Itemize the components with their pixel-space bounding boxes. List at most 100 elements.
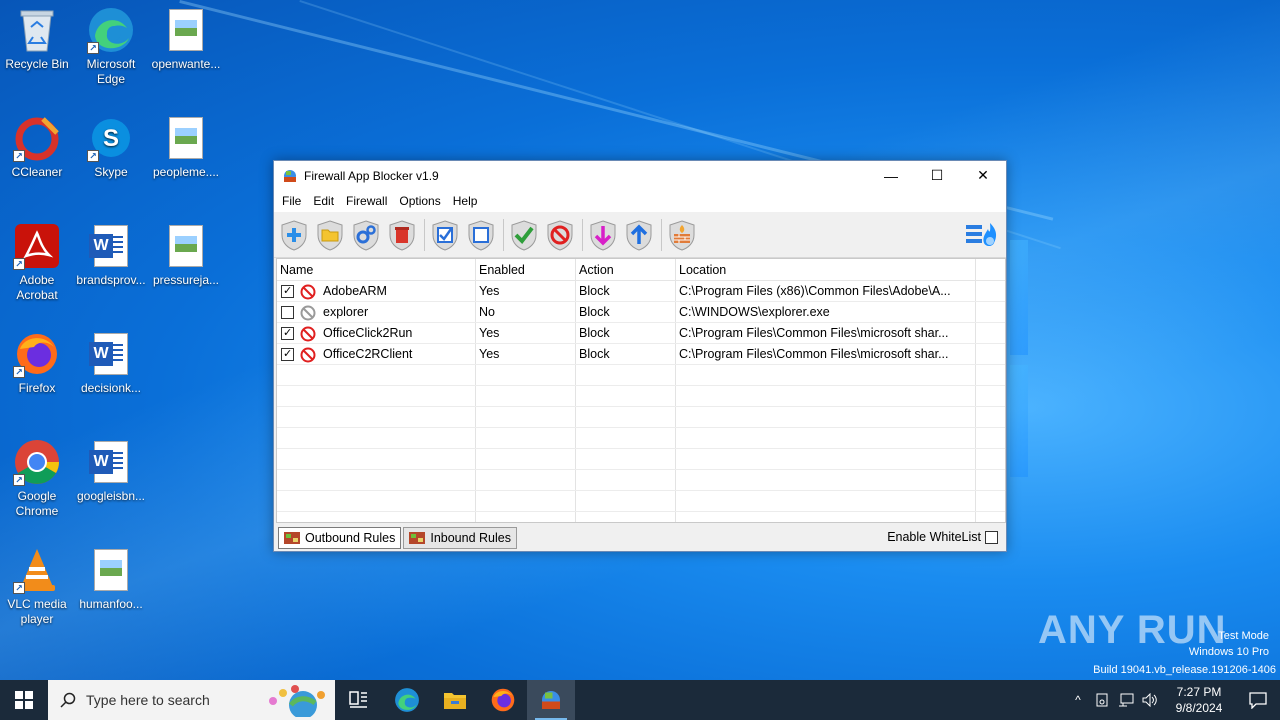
menu-help[interactable]: Help (447, 194, 484, 208)
notification-icon (1249, 692, 1267, 709)
toolbar-separator (424, 218, 425, 251)
delete-icon (389, 219, 415, 251)
cell-location: C:\WINDOWS\explorer.exe (679, 305, 830, 319)
word-document-icon: W (87, 330, 135, 378)
rules-table: Name Enabled Action Location AdobeARM Yes… (276, 258, 1006, 523)
rule-enabled-checkbox[interactable] (281, 306, 294, 319)
menu-file[interactable]: File (276, 194, 307, 208)
cell-location: C:\Program Files (x86)\Common Files\Adob… (679, 284, 951, 298)
minimize-button[interactable]: — (868, 161, 914, 190)
tab-outbound-rules[interactable]: Outbound Rules (278, 527, 402, 549)
desktop-icon-skype[interactable]: S ↗ Skype (74, 114, 148, 180)
desktop-icon-openwante[interactable]: openwante... (149, 6, 223, 72)
desktop-icon-firefox[interactable]: ↗ Firefox (0, 330, 74, 396)
firewall-settings-button[interactable] (964, 219, 1000, 251)
check-all-button[interactable] (429, 217, 461, 253)
cell-enabled: Yes (479, 284, 500, 298)
clock[interactable]: 7:27 PM 9/8/2024 (1162, 684, 1236, 716)
menu-edit[interactable]: Edit (307, 194, 340, 208)
edge-icon (395, 688, 419, 712)
uncheck-all-icon (468, 219, 494, 251)
taskbar-search-box[interactable]: Type here to search (48, 680, 335, 720)
cell-name: OfficeClick2Run (277, 323, 476, 344)
skype-icon: S ↗ (87, 114, 135, 162)
allow-button[interactable] (508, 217, 540, 253)
taskbar-file-explorer[interactable] (431, 680, 479, 720)
firewall-app-blocker-window[interactable]: Firewall App Blocker v1.9 — ☐ ✕ File Edi… (273, 160, 1007, 552)
desktop-icon-google-chrome[interactable]: ↗ Google Chrome (0, 438, 74, 519)
add-folder-button[interactable] (314, 217, 346, 253)
svg-text:S: S (103, 125, 119, 152)
table-row[interactable]: explorer No Block C:\WINDOWS\explorer.exe (277, 302, 1005, 323)
desktop-icon-humanfoo[interactable]: humanfoo... (74, 546, 148, 612)
start-button[interactable] (0, 680, 48, 720)
taskbar-firefox[interactable] (479, 680, 527, 720)
network-button[interactable] (1114, 680, 1138, 720)
tab-inbound-rules[interactable]: Inbound Rules (403, 527, 517, 549)
maximize-button[interactable]: ☐ (914, 161, 960, 190)
enable-whitelist-checkbox[interactable] (985, 530, 998, 544)
block-status-icon (300, 305, 316, 320)
cell-action: Block (579, 347, 610, 361)
table-row-empty (277, 470, 1005, 491)
windows-logo-icon (15, 691, 33, 709)
add-button[interactable] (278, 217, 310, 253)
desktop-icon-vlc[interactable]: ↗ VLC media player (0, 546, 74, 627)
search-icon (60, 692, 76, 708)
desktop-icon-adobe-acrobat[interactable]: ↗ Adobe Acrobat (0, 222, 74, 303)
chrome-icon: ↗ (13, 438, 61, 486)
move-up-button[interactable] (623, 217, 655, 253)
rule-enabled-checkbox[interactable] (281, 348, 294, 361)
image-file-icon (162, 6, 210, 54)
rule-enabled-checkbox[interactable] (281, 285, 294, 298)
block-status-icon (300, 284, 316, 299)
column-header-action[interactable]: Action (576, 259, 676, 281)
show-hidden-icons-button[interactable]: ^ (1066, 680, 1090, 720)
move-down-button[interactable] (587, 217, 619, 253)
table-row[interactable]: OfficeClick2Run Yes Block C:\Program Files\… (277, 323, 1005, 344)
table-row[interactable]: OfficeC2RClient Yes Block C:\Program Files\… (277, 344, 1005, 365)
desktop-icon-googleisbn[interactable]: W googleisbn... (74, 438, 148, 504)
column-header-enabled[interactable]: Enabled (476, 259, 576, 281)
delete-button[interactable] (386, 217, 418, 253)
table-row[interactable]: AdobeARM Yes Block C:\Program Files (x86)\C… (277, 281, 1005, 302)
desktop-icon-pressureja[interactable]: pressureja... (149, 222, 223, 288)
check-all-icon (432, 219, 458, 251)
table-row-empty (277, 428, 1005, 449)
add-process-button[interactable] (350, 217, 382, 253)
folder-icon (317, 219, 343, 251)
column-header-location[interactable]: Location (676, 259, 976, 281)
desktop-icon-recycle-bin[interactable]: Recycle Bin (0, 6, 74, 72)
desktop-icon-microsoft-edge[interactable]: ↗ Microsoft Edge (74, 6, 148, 87)
inbound-rules-icon (409, 532, 426, 544)
taskbar-firewall-app-blocker[interactable] (527, 680, 575, 720)
desktop-icon-peopleme[interactable]: peopleme.... (149, 114, 223, 180)
firewall-button[interactable] (666, 217, 698, 253)
volume-button[interactable] (1138, 680, 1162, 720)
notification-center-button[interactable] (1236, 680, 1280, 720)
enable-whitelist: Enable WhiteList (887, 530, 998, 544)
menu-firewall[interactable]: Firewall (340, 194, 393, 208)
block-icon (547, 219, 573, 251)
firefox-icon: ↗ (13, 330, 61, 378)
table-header: Name Enabled Action Location (277, 259, 1005, 281)
desktop-icon-decisionk[interactable]: W decisionk... (74, 330, 148, 396)
taskbar-edge[interactable] (383, 680, 431, 720)
move-down-icon (590, 219, 616, 251)
title-bar[interactable]: Firewall App Blocker v1.9 — ☐ ✕ (274, 161, 1006, 190)
allow-icon (511, 219, 537, 251)
watermark-line3: Build 19041.vb_release.191206-1406 (1093, 664, 1276, 676)
desktop-icon-ccleaner[interactable]: ↗ CCleaner (0, 114, 74, 180)
rule-enabled-checkbox[interactable] (281, 327, 294, 340)
toolbar (274, 212, 1006, 258)
close-button[interactable]: ✕ (960, 161, 1006, 190)
menu-options[interactable]: Options (393, 194, 446, 208)
tray-device-button[interactable] (1090, 680, 1114, 720)
block-button[interactable] (544, 217, 576, 253)
task-view-button[interactable] (335, 680, 383, 720)
column-header-name[interactable]: Name (277, 259, 476, 281)
uncheck-all-button[interactable] (465, 217, 497, 253)
desktop-icon-brandsprov[interactable]: W brandsprov... (74, 222, 148, 288)
cell-name: AdobeARM (277, 281, 476, 302)
image-file-icon (87, 546, 135, 594)
